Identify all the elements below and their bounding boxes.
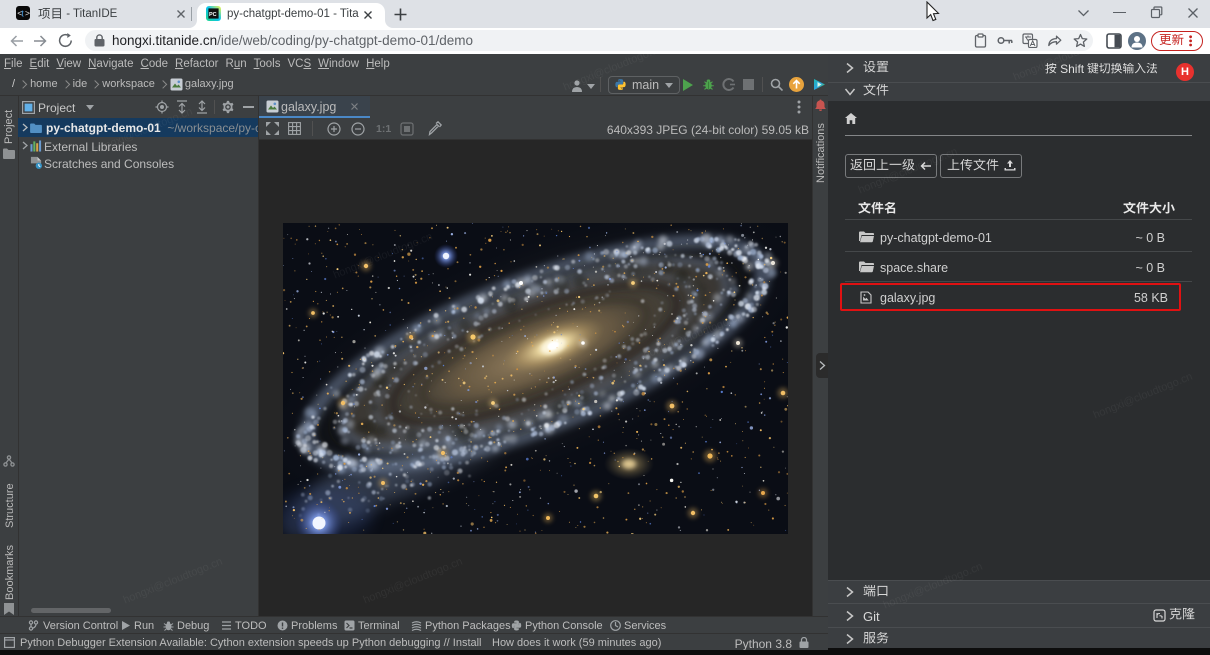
- svg-text:>: >: [25, 8, 30, 18]
- svg-text:PC: PC: [209, 12, 217, 18]
